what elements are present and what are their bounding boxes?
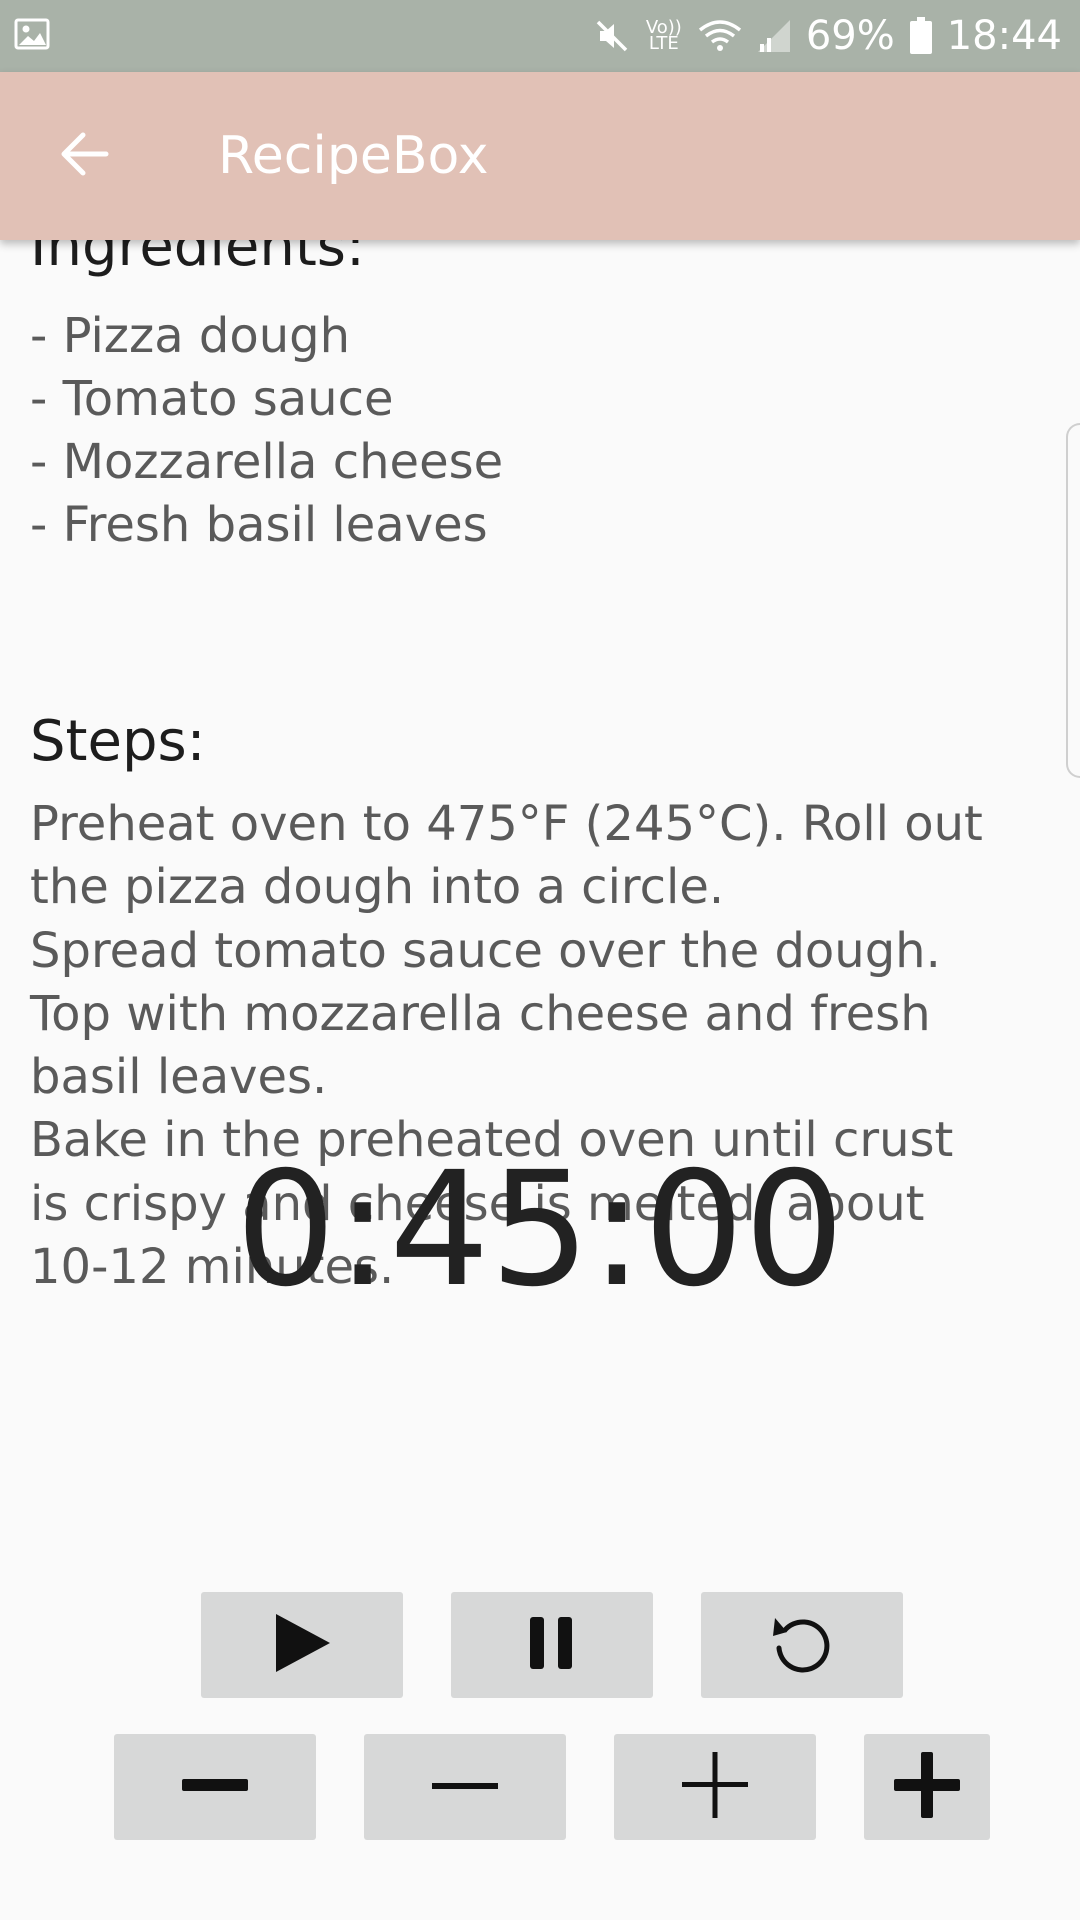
reset-icon (767, 1608, 837, 1682)
image-icon (14, 18, 50, 54)
play-icon (270, 1610, 334, 1680)
step-line: Preheat oven to 475°F (245°C). Roll out (30, 796, 983, 852)
minus-icon (430, 1778, 500, 1797)
step-line: Top with mozzarella cheese and fresh (30, 985, 931, 1042)
scroll-handle[interactable] (1066, 423, 1080, 778)
status-bar: Vo)) LTE 69% 18:44 (0, 0, 1080, 72)
ingredients-title: Ingredients: (30, 240, 365, 279)
battery-percent: 69% (805, 13, 895, 59)
app-bar: RecipeBox (0, 72, 1080, 240)
plus-icon (680, 1750, 750, 1824)
play-button[interactable] (201, 1592, 403, 1698)
timer-display: 0:45:00 (235, 1138, 845, 1322)
back-button[interactable] (40, 116, 128, 196)
reset-button[interactable] (701, 1592, 903, 1698)
steps-title: Steps: (30, 709, 206, 774)
step-line: Spread tomato sauce over the dough. (30, 922, 941, 979)
arrow-left-icon (58, 131, 110, 181)
minus-bold-icon (180, 1775, 250, 1799)
pause-icon (528, 1615, 576, 1675)
ingredients-list: - Pizza dough - Tomato sauce - Mozzarell… (30, 305, 503, 557)
increase-large-button[interactable] (864, 1734, 990, 1840)
mute-icon (594, 18, 630, 54)
wifi-icon (698, 18, 742, 54)
battery-icon (909, 17, 933, 55)
plus-bold-icon (892, 1750, 962, 1824)
decrease-large-button[interactable] (114, 1734, 316, 1840)
app-title: RecipeBox (218, 126, 489, 186)
ingredient-item: - Tomato sauce (30, 371, 394, 427)
volte-icon: Vo)) LTE (645, 17, 682, 54)
ingredient-item: - Pizza dough (30, 308, 351, 364)
signal-icon (756, 18, 792, 54)
ingredient-item: - Fresh basil leaves (30, 497, 488, 553)
step-line: the pizza dough into a circle. (30, 859, 725, 916)
increase-small-button[interactable] (614, 1734, 816, 1840)
ingredient-item: - Mozzarella cheese (30, 434, 504, 490)
pause-button[interactable] (451, 1592, 653, 1698)
clock: 18:44 (946, 13, 1062, 59)
step-line: basil leaves. (30, 1049, 328, 1106)
decrease-small-button[interactable] (364, 1734, 566, 1840)
